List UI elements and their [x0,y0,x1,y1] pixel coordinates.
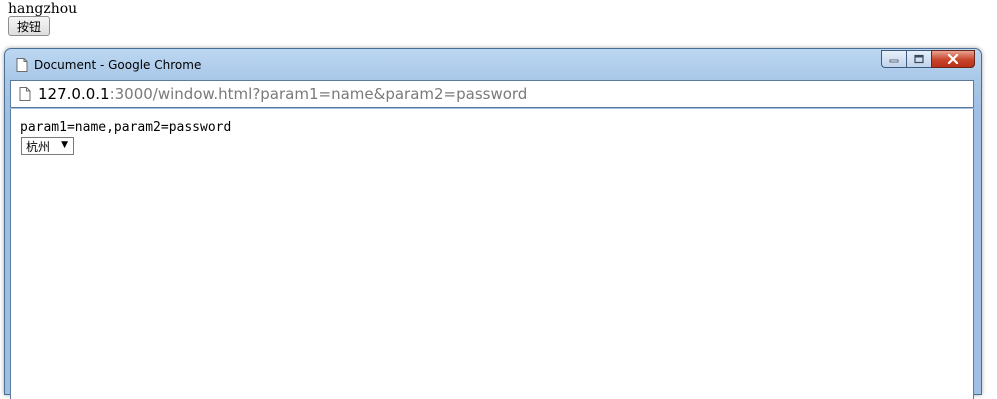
minimize-icon [889,59,899,63]
minimize-button[interactable] [881,50,907,68]
page-text: hangzhou [8,1,78,17]
result-text: param1=name,param2=password [20,120,232,135]
document-icon [16,58,28,72]
dropdown-arrow-icon: ▼ [61,140,68,150]
city-select[interactable]: 杭州 ▼ [21,137,74,155]
popup-titlebar[interactable]: Document - Google Chrome [5,49,981,79]
close-button[interactable] [931,50,975,68]
url-host: 127.0.0.1 [38,85,110,103]
address-bar[interactable]: 127.0.0.1:3000/window.html?param1=name&p… [10,80,974,108]
window-controls [881,50,975,69]
close-icon [947,54,959,64]
city-select-value: 杭州 [26,139,51,154]
maximize-button[interactable] [906,50,932,68]
url-text[interactable]: 127.0.0.1:3000/window.html?param1=name&p… [38,85,527,103]
page-icon [19,87,31,101]
window-title: Document - Google Chrome [34,58,202,72]
popup-window: Document - Google Chrome 127.0.0.1:3000/… [4,48,982,399]
maximize-icon [914,54,924,64]
url-path: :3000/window.html?param1=name&param2=pas… [109,85,528,103]
page-button[interactable]: 按钮 [8,16,50,36]
popup-content: param1=name,param2=password 杭州 ▼ [10,109,974,399]
